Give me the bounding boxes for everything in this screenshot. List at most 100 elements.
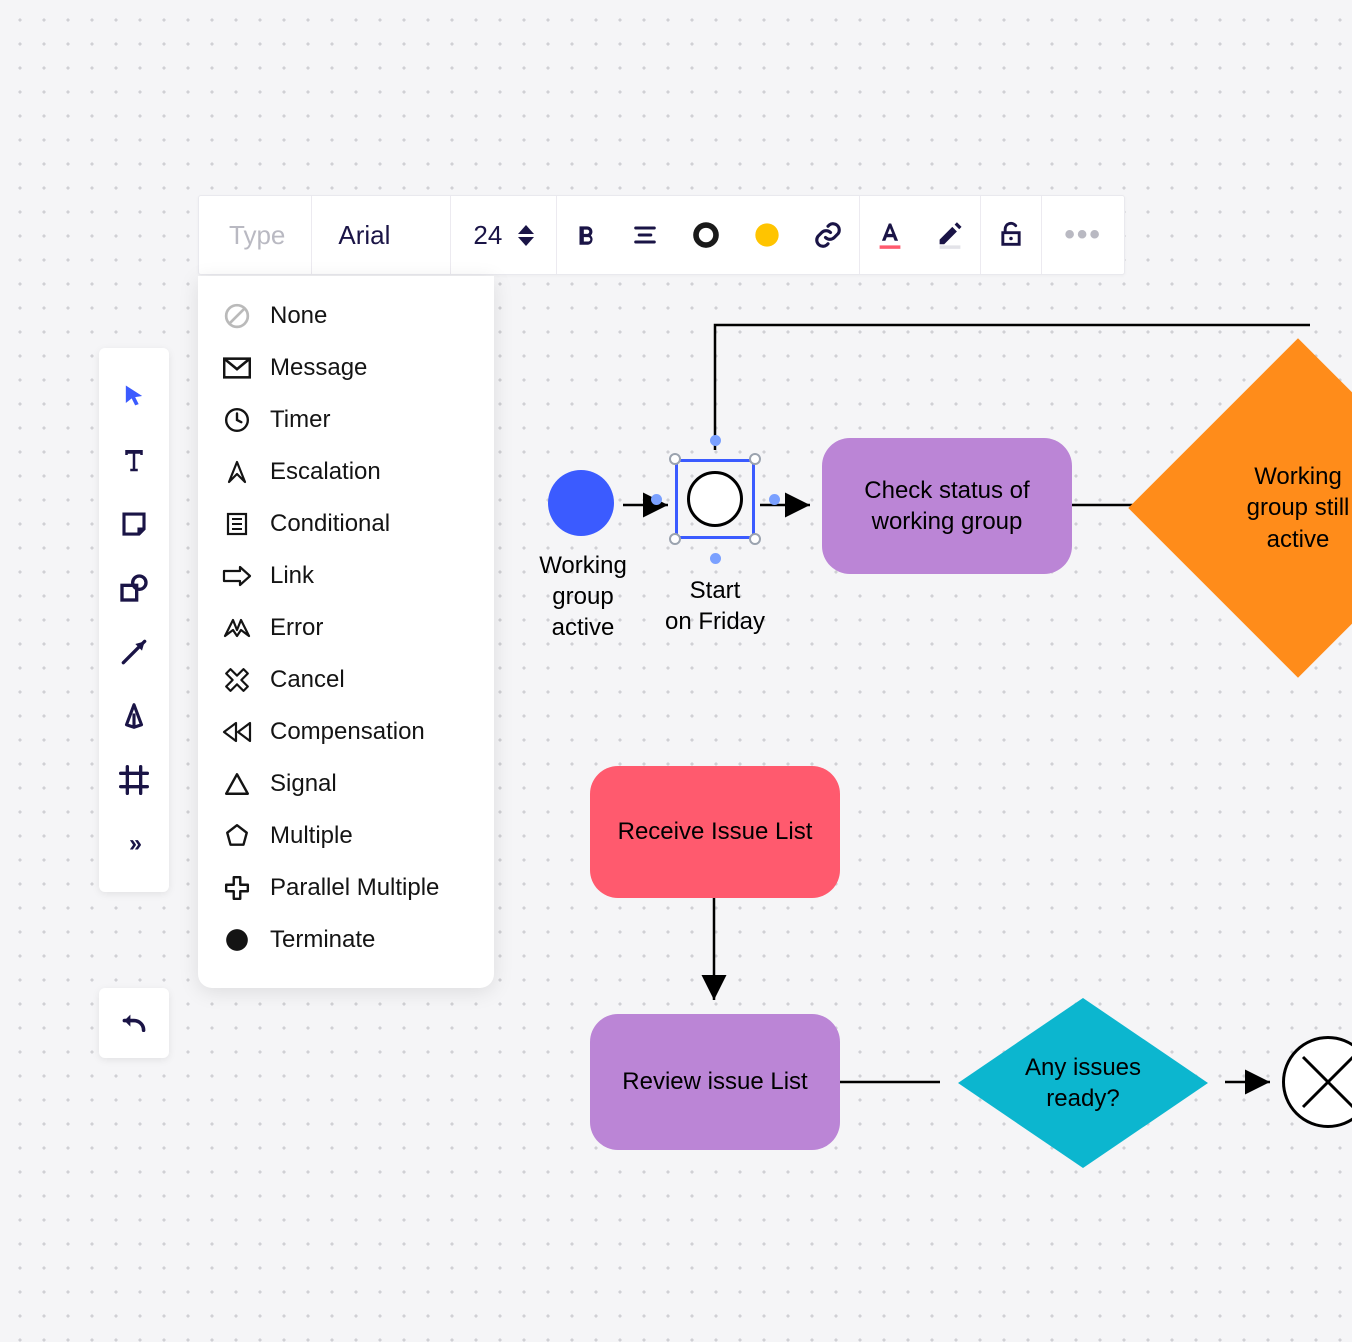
undo-button[interactable]	[99, 988, 169, 1058]
clock-icon	[222, 405, 252, 435]
dropdown-label: None	[270, 302, 327, 330]
note-tool[interactable]	[99, 492, 169, 556]
shape-tool[interactable]	[99, 556, 169, 620]
text-color-button[interactable]	[860, 196, 920, 274]
multiple-icon	[222, 821, 252, 851]
compensation-icon	[222, 717, 252, 747]
escalation-icon	[222, 457, 252, 487]
start-event-label: Working group active	[523, 550, 643, 644]
cursor-icon	[120, 382, 148, 410]
type-label: Type	[229, 220, 285, 251]
signal-icon	[222, 769, 252, 799]
task-label: Receive Issue List	[618, 816, 813, 847]
ring-icon	[691, 220, 721, 250]
type-dropdown-trigger[interactable]: Type	[199, 196, 311, 274]
frame-icon	[118, 764, 150, 796]
bold-button[interactable]	[557, 196, 615, 274]
font-size-value: 24	[473, 220, 502, 251]
expand-tool[interactable]: ››	[99, 812, 169, 876]
chevron-up-icon[interactable]	[518, 225, 534, 234]
bold-icon	[573, 222, 599, 248]
highlight-button[interactable]	[920, 196, 980, 274]
text-color-icon	[876, 220, 904, 250]
align-button[interactable]	[615, 196, 675, 274]
envelope-icon	[222, 353, 252, 383]
arrow-icon	[118, 636, 150, 668]
dropdown-label: Timer	[270, 406, 330, 434]
dropdown-label: Terminate	[270, 926, 375, 954]
timer-event-label: Start on Friday	[655, 575, 775, 637]
font-size-stepper[interactable]: 24	[451, 196, 556, 274]
frame-tool[interactable]	[99, 748, 169, 812]
text-icon	[119, 445, 149, 475]
dropdown-label: Error	[270, 614, 323, 642]
link-icon	[813, 220, 843, 250]
more-dots-icon: •••	[1064, 218, 1102, 252]
dropdown-item-parallel-multiple[interactable]: Parallel Multiple	[198, 862, 494, 914]
unlock-icon	[997, 221, 1025, 249]
link-arrow-icon	[222, 561, 252, 591]
shapes-icon	[118, 572, 150, 604]
pencil-icon	[936, 220, 964, 250]
pen-tool[interactable]	[99, 684, 169, 748]
dropdown-item-cancel[interactable]: Cancel	[198, 654, 494, 706]
exclusive-gateway[interactable]	[1282, 1036, 1352, 1128]
start-event-node[interactable]	[548, 470, 614, 536]
dropdown-item-terminate[interactable]: Terminate	[198, 914, 494, 966]
lock-button[interactable]	[981, 196, 1041, 274]
sticky-note-icon	[119, 509, 149, 539]
undo-icon	[119, 1011, 149, 1035]
font-family-select[interactable]: Arial	[312, 196, 450, 274]
check-status-task[interactable]: Check status of working group	[822, 438, 1072, 574]
dropdown-label: Cancel	[270, 666, 345, 694]
receive-issue-task[interactable]: Receive Issue List	[590, 766, 840, 898]
error-icon	[222, 613, 252, 643]
arrow-tool[interactable]	[99, 620, 169, 684]
terminate-icon	[222, 925, 252, 955]
pen-nib-icon	[119, 700, 149, 732]
stepper-arrows	[518, 225, 534, 246]
text-tool[interactable]	[99, 428, 169, 492]
event-type-dropdown: None Message Timer Escalation Conditiona…	[198, 276, 494, 988]
working-group-active-gateway[interactable]: Working group still active	[1178, 388, 1352, 628]
dropdown-label: Compensation	[270, 718, 425, 746]
left-toolbar: ››	[99, 348, 169, 892]
top-toolbar: Type Arial 24 •••	[198, 195, 1125, 275]
chevrons-right-icon: ››	[129, 830, 139, 858]
dropdown-item-compensation[interactable]: Compensation	[198, 706, 494, 758]
dropdown-label: Conditional	[270, 510, 390, 538]
cancel-icon	[222, 665, 252, 695]
task-label: Review issue List	[622, 1066, 807, 1097]
select-tool[interactable]	[99, 364, 169, 428]
dropdown-label: Multiple	[270, 822, 353, 850]
dropdown-label: Link	[270, 562, 314, 590]
dropdown-item-multiple[interactable]: Multiple	[198, 810, 494, 862]
parallel-multiple-icon	[222, 873, 252, 903]
dropdown-label: Signal	[270, 770, 337, 798]
dropdown-item-error[interactable]: Error	[198, 602, 494, 654]
dropdown-item-signal[interactable]: Signal	[198, 758, 494, 810]
any-issues-gateway[interactable]: Any issues ready?	[958, 998, 1208, 1168]
chevron-down-icon[interactable]	[518, 237, 534, 246]
dropdown-item-timer[interactable]: Timer	[198, 394, 494, 446]
dropdown-label: Message	[270, 354, 367, 382]
review-issue-task[interactable]: Review issue List	[590, 1014, 840, 1150]
dropdown-item-none[interactable]: None	[198, 290, 494, 342]
fill-circle-icon	[753, 221, 781, 249]
dropdown-item-conditional[interactable]: Conditional	[198, 498, 494, 550]
gateway-label: Working group still active	[1247, 461, 1350, 555]
dropdown-item-message[interactable]: Message	[198, 342, 494, 394]
gateway-label: Any issues ready?	[1025, 1052, 1141, 1114]
dropdown-item-escalation[interactable]: Escalation	[198, 446, 494, 498]
link-button[interactable]	[797, 196, 859, 274]
more-button[interactable]: •••	[1042, 196, 1124, 274]
dropdown-item-link[interactable]: Link	[198, 550, 494, 602]
none-icon	[222, 301, 252, 331]
conditional-icon	[222, 509, 252, 539]
dropdown-label: Escalation	[270, 458, 381, 486]
dropdown-label: Parallel Multiple	[270, 874, 439, 902]
font-family-value: Arial	[338, 220, 390, 251]
border-style-button[interactable]	[675, 196, 737, 274]
fill-color-button[interactable]	[737, 196, 797, 274]
align-center-icon	[631, 221, 659, 249]
